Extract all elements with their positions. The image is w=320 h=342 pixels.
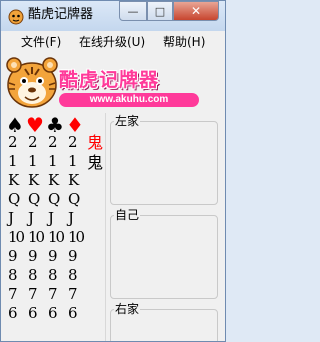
- left-player-label: 左家: [114, 114, 141, 128]
- card-rank-cell: 6: [68, 304, 78, 322]
- diamond-icon: ♦: [66, 113, 84, 137]
- card-rank-cell: 10: [68, 228, 85, 246]
- card-rank-cell: K: [8, 171, 19, 189]
- card-rank-cell: 9: [28, 247, 38, 265]
- banner-title: 酷虎记牌器: [59, 70, 160, 91]
- tiger-logo: [6, 57, 58, 108]
- card-rank-cell: 1: [8, 152, 18, 170]
- card-rank-cell: 7: [68, 285, 78, 303]
- banner-url[interactable]: www.akuhu.com: [59, 93, 199, 107]
- right-player-panel: 右家: [110, 302, 218, 341]
- card-rank-cell: 10: [28, 228, 45, 246]
- maximize-button[interactable]: □: [147, 1, 173, 21]
- card-rank-cell: 6: [28, 304, 38, 322]
- card-rank-cell: Q: [68, 190, 80, 208]
- card-rank-cell: 2: [28, 133, 38, 151]
- heart-icon: ♥: [26, 113, 44, 137]
- menu-help[interactable]: 帮助(H): [163, 35, 205, 49]
- vertical-divider: [105, 113, 106, 341]
- card-rank-cell: 9: [48, 247, 58, 265]
- card-rank-cell: Q: [8, 190, 20, 208]
- menu-file[interactable]: 文件(F): [21, 35, 61, 49]
- card-rank-cell: 2: [48, 133, 58, 151]
- card-counter-grid: ♠ ♥ ♣ ♦ 2 1 K Q J 10 9 8 7 6 2 1 K Q J 10 9 8 7 6 2 1 K Q J 10 9…: [5, 113, 105, 341]
- card-rank-cell: 9: [68, 247, 78, 265]
- tiger-app-icon: [8, 9, 24, 25]
- club-icon: ♣: [46, 113, 64, 137]
- card-rank-cell: Q: [28, 190, 40, 208]
- spade-column: 2 1 K Q J 10 9 8 7 6: [8, 133, 30, 323]
- minimize-button[interactable]: —: [119, 1, 147, 21]
- menu-bar: 文件(F) 在线升级(U) 帮助(H): [1, 31, 225, 53]
- card-rank-cell: 9: [8, 247, 18, 265]
- self-panel: 自己: [110, 208, 218, 299]
- menu-online-upgrade[interactable]: 在线升级(U): [79, 35, 145, 49]
- window-title: 酷虎记牌器: [28, 7, 94, 22]
- card-rank-cell: 1: [28, 152, 38, 170]
- card-rank-cell: 8: [8, 266, 18, 284]
- card-rank-cell: J: [48, 209, 54, 227]
- card-rank-cell: K: [48, 171, 59, 189]
- club-column: 2 1 K Q J 10 9 8 7 6: [48, 133, 70, 323]
- big-joker-label: 鬼: [87, 133, 104, 152]
- card-rank-cell: 7: [28, 285, 38, 303]
- card-rank-cell: 2: [8, 133, 18, 151]
- title-bar[interactable]: 酷虎记牌器 — □ ✕: [1, 1, 225, 31]
- card-rank-cell: 8: [48, 266, 58, 284]
- card-rank-cell: 6: [8, 304, 18, 322]
- close-button[interactable]: ✕: [173, 1, 219, 21]
- card-rank-cell: J: [8, 209, 14, 227]
- card-rank-cell: K: [68, 171, 79, 189]
- card-rank-cell: K: [28, 171, 39, 189]
- card-rank-cell: J: [68, 209, 74, 227]
- left-player-panel: 左家: [110, 114, 218, 205]
- card-rank-cell: 10: [48, 228, 65, 246]
- small-joker-label: 鬼: [87, 153, 104, 172]
- self-label: 自己: [114, 208, 141, 222]
- app-window: 酷虎记牌器 — □ ✕ 文件(F) 在线升级(U) 帮助(H) 酷虎记牌器 ww…: [0, 0, 226, 342]
- heart-column: 2 1 K Q J 10 9 8 7 6: [28, 133, 50, 323]
- card-rank-cell: J: [28, 209, 34, 227]
- right-player-label: 右家: [114, 302, 141, 316]
- card-rank-cell: 1: [48, 152, 58, 170]
- card-rank-cell: 6: [48, 304, 58, 322]
- card-rank-cell: 10: [8, 228, 25, 246]
- card-rank-cell: 7: [8, 285, 18, 303]
- spade-icon: ♠: [6, 113, 24, 137]
- banner: 酷虎记牌器 www.akuhu.com: [1, 53, 225, 113]
- card-rank-cell: 7: [48, 285, 58, 303]
- card-rank-cell: 8: [68, 266, 78, 284]
- card-rank-cell: 8: [28, 266, 38, 284]
- card-rank-cell: Q: [48, 190, 60, 208]
